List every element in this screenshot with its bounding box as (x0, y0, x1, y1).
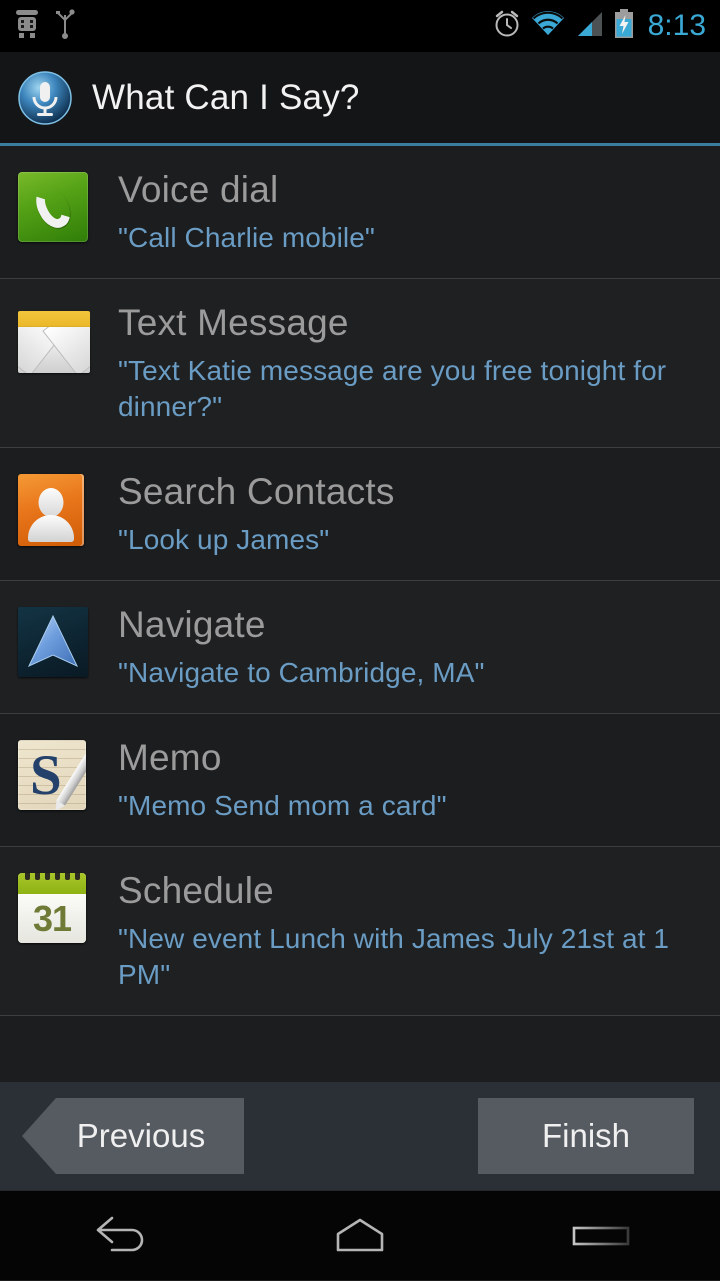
phone-icon (18, 172, 92, 246)
back-icon[interactable] (45, 1191, 195, 1281)
envelope-icon (18, 305, 92, 379)
contact-icon (18, 474, 92, 548)
calendar-icon: 31 (18, 873, 92, 947)
usb-icon (54, 8, 76, 44)
recent-apps-icon[interactable] (525, 1191, 675, 1281)
system-navigation-bar (0, 1190, 720, 1280)
list-item[interactable]: 31 Schedule "New event Lunch with James … (0, 847, 720, 1016)
list-item-title: Text Message (118, 302, 349, 343)
list-item[interactable]: S Memo "Memo Send mom a card" (0, 714, 720, 847)
list-item-example: "Text Katie message are you free tonight… (118, 355, 667, 422)
app-title-bar: What Can I Say? (0, 52, 720, 143)
list-item-example: "Navigate to Cambridge, MA" (118, 657, 485, 688)
microphone-icon (16, 69, 74, 127)
status-bar-right-icons: 8:13 (492, 8, 720, 44)
list-item[interactable]: Text Message "Text Katie message are you… (0, 279, 720, 448)
wifi-icon (531, 10, 565, 43)
list-item-example: "Call Charlie mobile" (118, 222, 375, 253)
phone-screen: 8:13 What Can I Say? Voice dial "Call Ch… (0, 0, 720, 1280)
calendar-day-number: 31 (18, 894, 86, 943)
alarm-clock-icon (492, 9, 522, 44)
list-item-title: Memo (118, 737, 222, 778)
cell-signal-icon (574, 10, 604, 43)
wizard-footer: Previous Finish (0, 1082, 720, 1190)
status-bar-left-icons (0, 8, 76, 44)
list-item-example: "Memo Send mom a card" (118, 790, 447, 821)
battery-charging-icon (613, 8, 635, 44)
status-bar-clock: 8:13 (647, 9, 706, 42)
list-item[interactable]: Search Contacts "Look up James" (0, 448, 720, 581)
list-item-title: Voice dial (118, 169, 279, 210)
list-item-title: Schedule (118, 870, 274, 911)
list-item-example: "New event Lunch with James July 21st at… (118, 923, 670, 990)
finish-button[interactable]: Finish (478, 1098, 694, 1174)
list-item-title: Search Contacts (118, 471, 395, 512)
list-item-title: Navigate (118, 604, 266, 645)
command-list: Voice dial "Call Charlie mobile" Text Me… (0, 146, 720, 1016)
page-title: What Can I Say? (92, 77, 360, 117)
list-item-example: "Look up James" (118, 524, 330, 555)
home-icon[interactable] (285, 1191, 435, 1281)
previous-button[interactable]: Previous (22, 1098, 244, 1174)
android-debug-icon (14, 9, 40, 44)
memo-icon: S (18, 740, 92, 814)
status-bar: 8:13 (0, 0, 720, 52)
list-item[interactable]: Navigate "Navigate to Cambridge, MA" (0, 581, 720, 714)
list-item[interactable]: Voice dial "Call Charlie mobile" (0, 146, 720, 279)
navigate-icon (18, 607, 92, 681)
